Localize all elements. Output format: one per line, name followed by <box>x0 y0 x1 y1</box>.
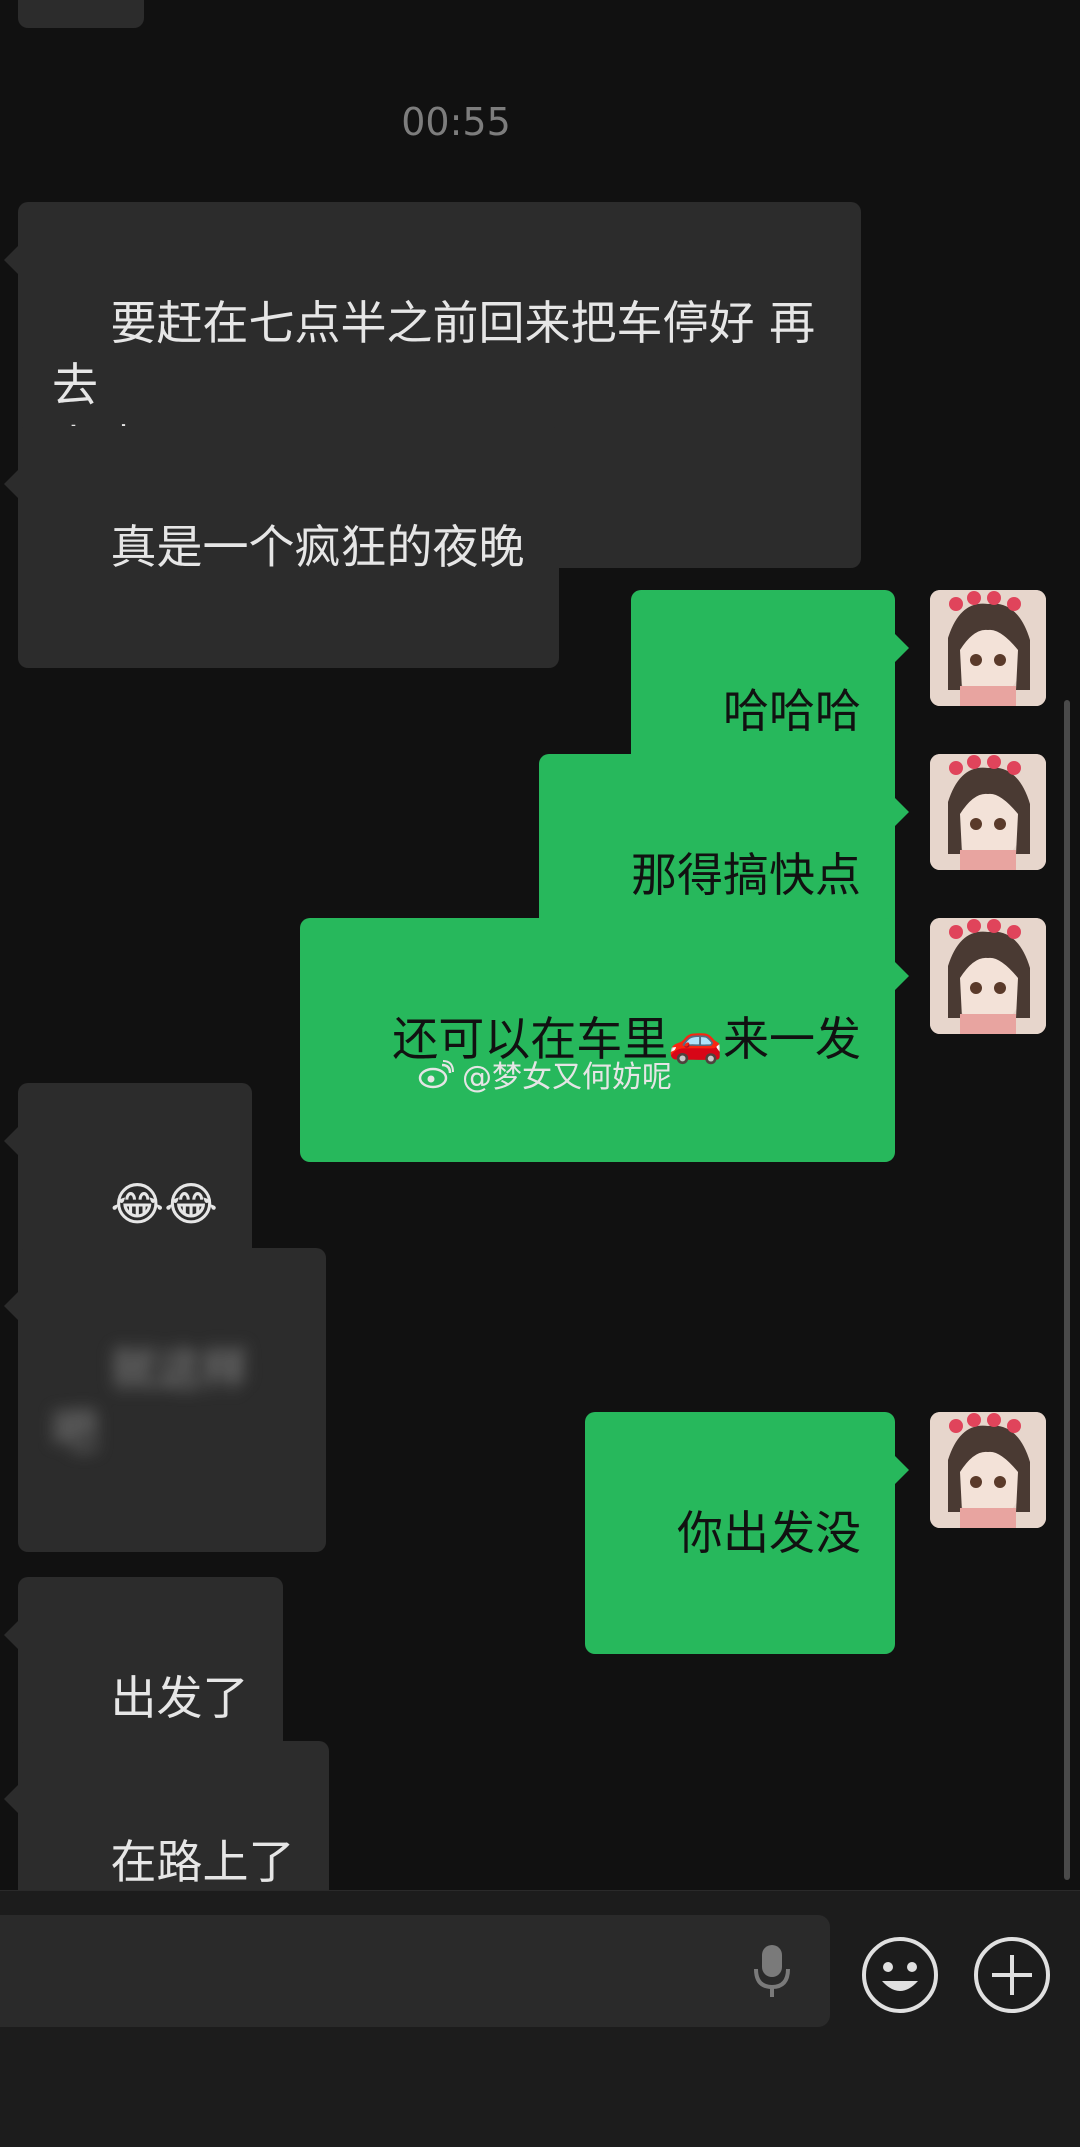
microphone-icon[interactable] <box>752 1941 792 2001</box>
avatar-illustration-icon <box>930 590 1046 706</box>
message-text: 你出发没 <box>677 1506 861 1560</box>
message-text: 出发了 <box>110 1671 249 1725</box>
message-text: 真是一个疯狂的夜晚 <box>110 520 525 574</box>
weibo-watermark: @梦女又何妨呢 <box>418 1052 672 1096</box>
user-avatar[interactable] <box>930 754 1046 870</box>
sent-message-bubble[interactable]: 还可以在车里🚗来一发 <box>299 918 910 1162</box>
user-avatar[interactable] <box>930 918 1046 1034</box>
avatar-illustration-icon <box>930 754 1046 870</box>
message-text: 哈哈哈 <box>723 684 861 738</box>
chat-timestamp: 00:55 <box>401 100 511 144</box>
received-message-bubble[interactable]: 真是一个疯狂的夜晚 <box>4 426 559 668</box>
received-message-bubble[interactable]: 在路上了 <box>4 1741 329 1890</box>
chat-scrollbar[interactable] <box>1064 700 1070 1880</box>
avatar-illustration-icon <box>930 918 1046 1034</box>
message-text: 那得搞快点 <box>631 848 861 902</box>
previous-message-bubble <box>18 0 144 28</box>
weibo-icon <box>418 1060 454 1089</box>
message-text-after: 来一发 <box>723 1012 861 1066</box>
user-avatar[interactable] <box>930 1412 1046 1528</box>
chat-area[interactable]: 00:55 要赶在七点半之前回来把车停好 再去 上班 真是一个疯狂的夜晚 哈哈哈… <box>0 0 1080 1890</box>
received-message-bubble-blurred[interactable]: 就这样吧 <box>4 1248 326 1552</box>
plus-icon[interactable] <box>972 1935 1052 2015</box>
message-text: 😂😂 <box>110 1177 219 1231</box>
sent-message-bubble[interactable]: 你出发没 <box>584 1412 909 1654</box>
user-avatar[interactable] <box>930 590 1046 706</box>
watermark-text: @梦女又何妨呢 <box>462 1060 672 1095</box>
avatar-illustration-icon <box>930 1412 1046 1528</box>
message-text: 就这样吧 <box>52 1342 249 1458</box>
message-text: 在路上了 <box>110 1835 295 1889</box>
message-input[interactable] <box>0 1915 830 2027</box>
message-input-bar <box>0 1890 1080 2147</box>
emoji-icon[interactable] <box>860 1935 940 2015</box>
car-emoji-icon: 🚗 <box>668 1015 723 1066</box>
